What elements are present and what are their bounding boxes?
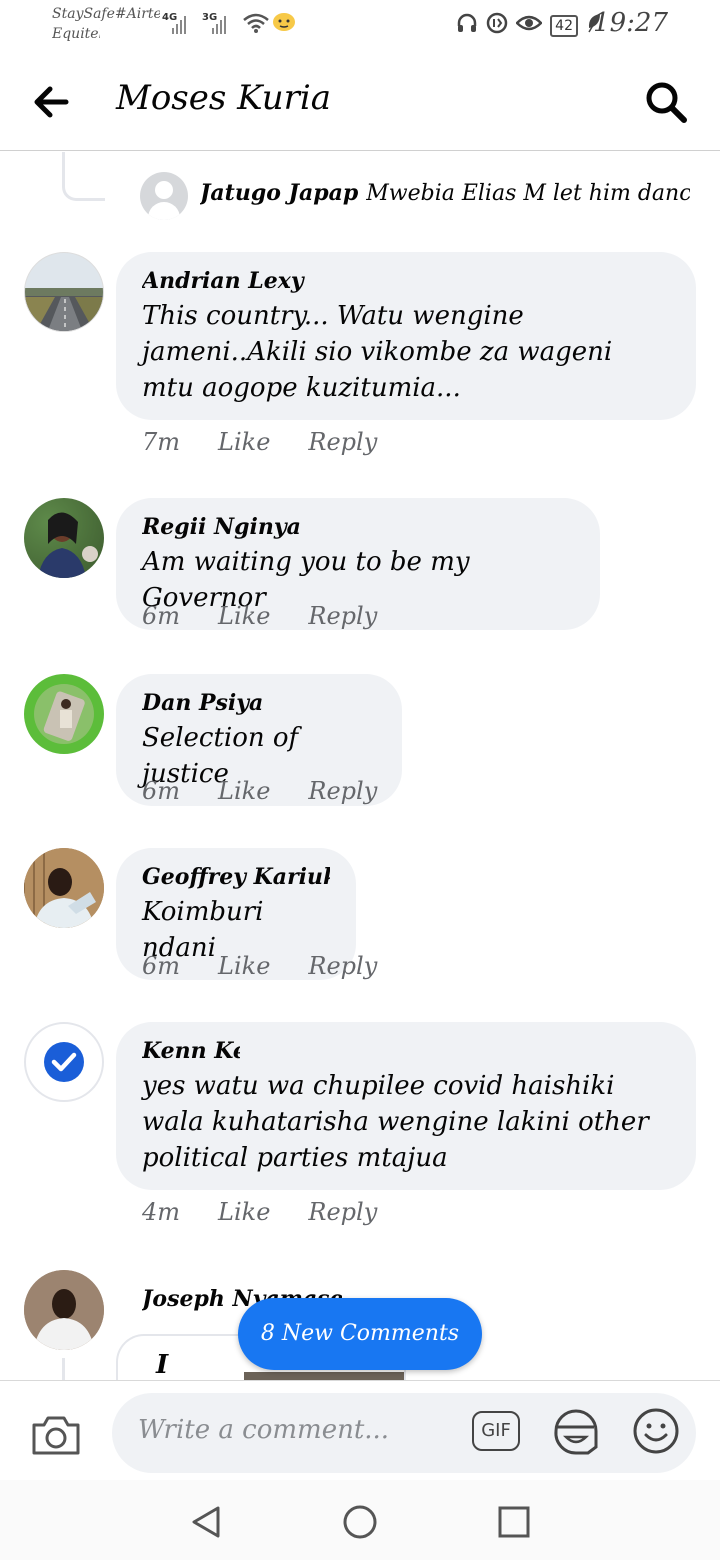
- reply-preview-text: Mwebia Elias M let him dance th...: [366, 181, 690, 206]
- nav-back-button[interactable]: [186, 1502, 226, 1542]
- search-button[interactable]: [642, 78, 690, 126]
- comment-author[interactable]: Andrian Lexy: [142, 264, 670, 298]
- comment-actions: 7m Like Reply: [142, 428, 415, 456]
- avatar[interactable]: [140, 172, 188, 220]
- thread-connector: [62, 1358, 65, 1382]
- avatar[interactable]: [24, 1270, 104, 1350]
- sticker-button[interactable]: [550, 1407, 602, 1457]
- new-comments-button[interactable]: 8 New Comments: [238, 1298, 482, 1370]
- signal-3g-icon: 3G: [202, 12, 226, 34]
- back-button[interactable]: [30, 82, 78, 122]
- reply-preview[interactable]: Jatugo Japap Mwebia Elias M let him dance…: [200, 180, 690, 206]
- system-nav-bar: [0, 1480, 720, 1560]
- sticker-icon: [554, 1409, 598, 1455]
- page-title: Moses Kuria: [116, 78, 332, 118]
- reply-button[interactable]: Reply: [308, 777, 377, 805]
- triangle-back-icon: [192, 1506, 220, 1538]
- thread-connector: [62, 152, 105, 201]
- comment-input-placeholder: Write a comment...: [138, 1415, 390, 1445]
- carrier-label: StaySafe#Airtel Equitel: [52, 4, 160, 44]
- comment-actions: 6m Like Reply: [142, 952, 415, 980]
- comment-image: [244, 1372, 404, 1380]
- nav-recents-button[interactable]: [494, 1502, 534, 1542]
- reply-button[interactable]: Reply: [308, 428, 377, 456]
- carrier-line-2: Equitel: [52, 26, 100, 42]
- nav-home-button[interactable]: [340, 1502, 380, 1542]
- avatar[interactable]: [24, 252, 104, 332]
- comment-text: yes watu wa chupilee covid haishiki wala…: [142, 1071, 649, 1173]
- comment-author[interactable]: Dan Psiya: [142, 686, 376, 720]
- data-saver-icon: [486, 12, 508, 39]
- gif-button[interactable]: GIF: [472, 1411, 520, 1451]
- comment-actions: 4m Like Reply: [142, 1198, 415, 1226]
- comment-actions: 6m Like Reply: [142, 777, 415, 805]
- comment-author[interactable]: Regii Nginya: [142, 510, 574, 544]
- like-button[interactable]: Like: [218, 428, 270, 456]
- avatar[interactable]: [24, 848, 104, 928]
- arrow-left-icon: [34, 86, 69, 118]
- status-bar: StaySafe#Airtel Equitel 4G 3G 42 19:27: [0, 0, 720, 52]
- like-button[interactable]: Like: [218, 1198, 270, 1226]
- camera-icon: [32, 1416, 80, 1455]
- comment-author[interactable]: Geoffrey Kariuki: [142, 860, 330, 894]
- comment-text: I: [156, 1350, 169, 1380]
- circle-home-icon: [343, 1505, 377, 1539]
- emoji-button[interactable]: [632, 1407, 680, 1455]
- comment-actions: 6m Like Reply: [142, 602, 415, 630]
- app-header: Moses Kuria: [0, 52, 720, 151]
- comment-time: 7m: [142, 428, 181, 456]
- like-button[interactable]: Like: [218, 777, 270, 805]
- reply-button[interactable]: Reply: [308, 1198, 377, 1226]
- emoji-notification-icon: [272, 12, 296, 38]
- wifi-icon: [242, 12, 270, 38]
- comment-bubble[interactable]: Kenn Ken yes watu wa chupilee covid hais…: [116, 1022, 696, 1190]
- avatar[interactable]: [24, 674, 104, 754]
- reply-button[interactable]: Reply: [308, 952, 377, 980]
- reply-author[interactable]: Jatugo Japap: [200, 180, 358, 206]
- eye-comfort-icon: [515, 12, 543, 39]
- comment-time: 4m: [142, 1198, 181, 1226]
- square-recents-icon: [498, 1506, 530, 1538]
- battery-icon: 42: [550, 14, 578, 37]
- headphones-icon: [456, 12, 478, 39]
- comment-composer: Write a comment... GIF: [0, 1380, 720, 1481]
- comment-text: This country... Watu wengine jameni..Aki…: [142, 301, 613, 403]
- verified-check-icon: [44, 1042, 84, 1082]
- search-icon: [646, 82, 687, 123]
- avatar[interactable]: [24, 498, 104, 578]
- comment-author[interactable]: Kenn Ken: [142, 1034, 240, 1068]
- like-button[interactable]: Like: [218, 602, 270, 630]
- carrier-line-1: StaySafe#Airtel: [52, 6, 160, 22]
- like-button[interactable]: Like: [218, 952, 270, 980]
- comment-time: 6m: [142, 602, 181, 630]
- camera-button[interactable]: [30, 1413, 82, 1457]
- signal-4g-icon: 4G: [162, 12, 186, 34]
- comment-input[interactable]: Write a comment...: [112, 1393, 696, 1473]
- emoji-icon: [633, 1408, 679, 1454]
- comment-time: 6m: [142, 952, 181, 980]
- status-icons: 42: [456, 12, 602, 39]
- avatar[interactable]: [24, 1022, 104, 1102]
- status-time: 19:27: [593, 8, 668, 38]
- comment-bubble[interactable]: Andrian Lexy This country... Watu wengin…: [116, 252, 696, 420]
- comment-time: 6m: [142, 777, 181, 805]
- reply-button[interactable]: Reply: [308, 602, 377, 630]
